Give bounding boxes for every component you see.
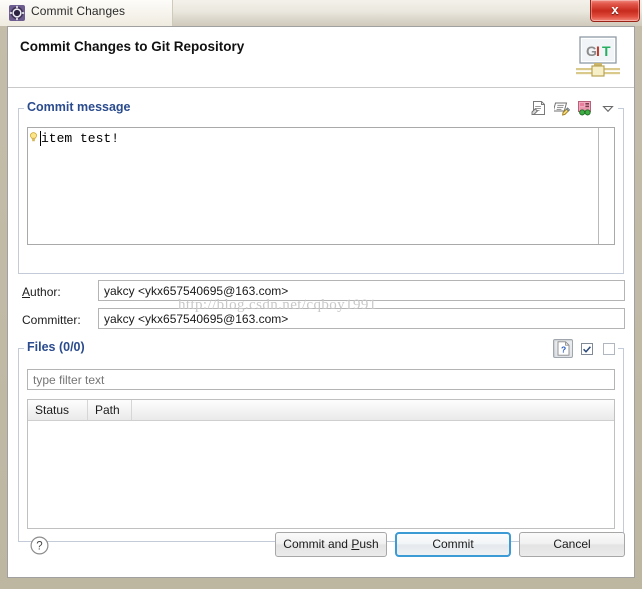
commit-changes-dialog: Commit Changes x Commit Changes to Git R… bbox=[0, 0, 642, 589]
add-change-id-icon[interactable] bbox=[577, 100, 593, 116]
show-untracked-files-icon[interactable]: ? bbox=[553, 339, 573, 358]
files-group-top-right-rule bbox=[618, 348, 624, 349]
files-table-header: Status Path bbox=[28, 400, 614, 421]
quick-fix-bulb-icon bbox=[29, 130, 38, 142]
svg-text:?: ? bbox=[36, 541, 42, 553]
commit-message-group: Commit message item test! bbox=[18, 97, 624, 274]
window-title: Commit Changes bbox=[31, 4, 126, 18]
print-margin-line bbox=[598, 128, 599, 244]
group-top-left-rule bbox=[18, 108, 24, 109]
commit-button[interactable]: Commit bbox=[395, 532, 511, 557]
committer-input[interactable] bbox=[98, 308, 625, 329]
files-label: Files (0/0) bbox=[27, 340, 85, 354]
git-logo-icon: G I T bbox=[574, 35, 622, 79]
files-toolbar: ? bbox=[553, 339, 617, 358]
help-question-icon[interactable]: ? bbox=[30, 536, 49, 555]
close-icon: x bbox=[611, 2, 619, 17]
files-table[interactable]: Status Path bbox=[27, 399, 615, 529]
dialog-client-area: Commit Changes to Git Repository G I T C… bbox=[7, 26, 635, 578]
commit-message-toolbar bbox=[531, 100, 616, 116]
close-button[interactable]: x bbox=[590, 0, 640, 22]
svg-text:?: ? bbox=[561, 344, 566, 354]
cancel-button[interactable]: Cancel bbox=[519, 532, 625, 557]
svg-text:I: I bbox=[596, 43, 600, 59]
commit-message-label: Commit message bbox=[27, 100, 131, 114]
dialog-header: Commit Changes to Git Repository G I T bbox=[8, 27, 634, 88]
page-title: Commit Changes to Git Repository bbox=[20, 39, 245, 54]
title-bar[interactable]: Commit Changes x bbox=[0, 0, 642, 26]
column-header-status[interactable]: Status bbox=[28, 400, 88, 420]
column-header-path[interactable]: Path bbox=[88, 400, 132, 420]
chevron-down-icon[interactable] bbox=[600, 100, 616, 116]
select-all-icon[interactable] bbox=[579, 341, 595, 357]
commit-message-input[interactable]: item test! bbox=[27, 127, 615, 245]
committer-label: Committer: bbox=[22, 313, 81, 327]
column-header-filler bbox=[132, 400, 614, 420]
add-signed-off-by-icon[interactable] bbox=[552, 100, 571, 116]
files-group-top-left-rule bbox=[18, 348, 24, 349]
app-gear-icon bbox=[9, 5, 25, 21]
deselect-all-icon[interactable] bbox=[601, 341, 617, 357]
group-top-right-rule bbox=[618, 108, 624, 109]
commit-and-push-button[interactable]: Commit and Push bbox=[275, 532, 387, 557]
svg-text:T: T bbox=[602, 43, 611, 59]
author-input[interactable] bbox=[98, 280, 625, 301]
files-group: Files (0/0) ? type filter text Status Pa… bbox=[18, 337, 624, 542]
editor-gutter bbox=[28, 128, 39, 244]
filter-input[interactable] bbox=[27, 369, 615, 390]
amend-previous-commit-icon[interactable] bbox=[531, 100, 547, 116]
commit-message-text: item test! bbox=[41, 131, 120, 146]
author-label: Author: bbox=[22, 285, 61, 299]
